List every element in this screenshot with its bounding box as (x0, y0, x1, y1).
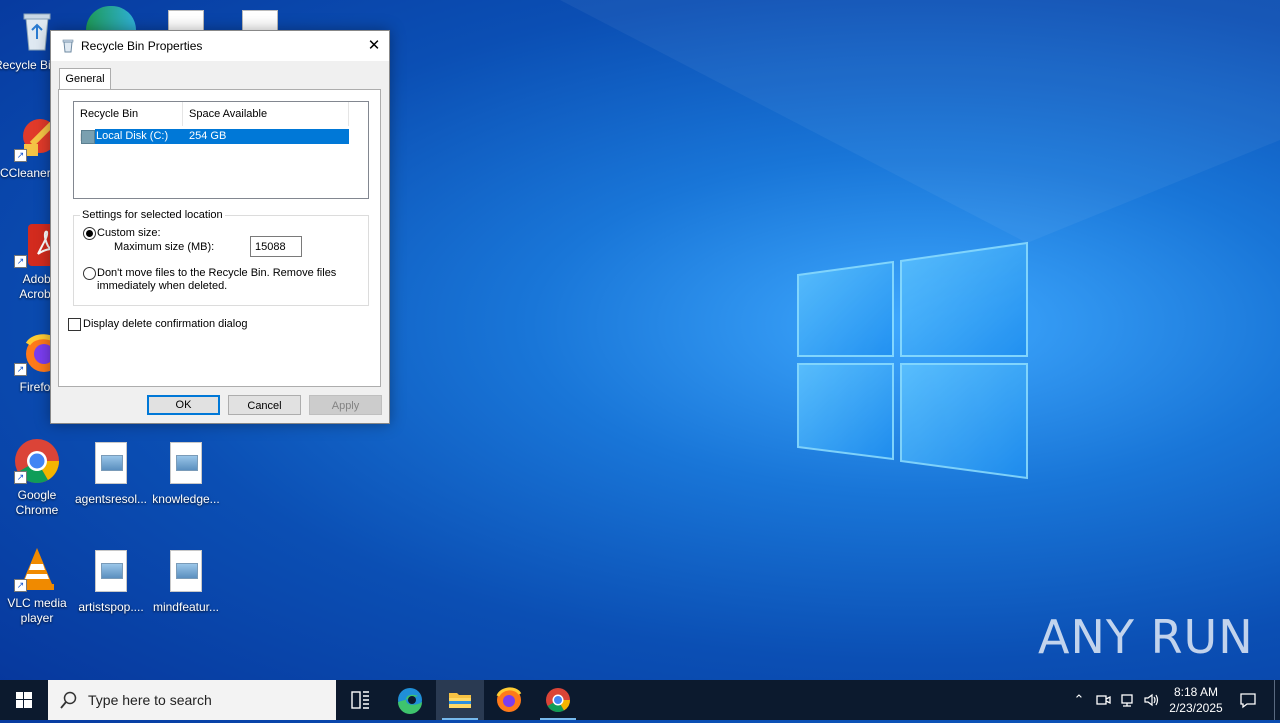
dialog-title: Recycle Bin Properties (81, 39, 203, 53)
start-button[interactable] (0, 680, 48, 720)
desktop-icon-label: knowledge... (152, 492, 220, 506)
desktop-icon-label: artistspop.... (78, 600, 144, 614)
anyrun-watermark: ANY RUN (1038, 610, 1254, 664)
firefox-icon (496, 687, 522, 712)
dont-move-label-line1: Don't move files to the Recycle Bin. Rem… (97, 267, 337, 279)
volume-icon[interactable] (1142, 691, 1160, 709)
desktop-icon-label: Google Chrome (15, 488, 59, 517)
ok-button[interactable]: OK (147, 395, 220, 415)
max-size-label: Maximum size (MB): (114, 241, 215, 253)
clock-time: 8:18 AM (1173, 685, 1219, 699)
desktop-icon-label: mindfeatur... (152, 600, 220, 614)
chrome-icon (546, 688, 570, 713)
dont-move-label[interactable]: Don't move files to the Recycle Bin. Rem… (97, 267, 336, 293)
desktop-icon-file-mindfeatur[interactable]: mindfeatur... (149, 550, 223, 615)
clock-date: 2/23/2025 (1169, 701, 1223, 715)
taskbar-search-box[interactable]: Type here to search (48, 680, 336, 720)
cancel-button[interactable]: Cancel (228, 395, 301, 415)
list-item[interactable]: Local Disk (C:) 254 GB (81, 129, 349, 144)
max-size-input[interactable]: 15088 (250, 236, 302, 257)
windows-start-icon (16, 692, 32, 708)
edge-icon (398, 688, 422, 714)
tab-general[interactable]: General (59, 68, 111, 91)
chrome-icon: ↗ (14, 438, 60, 484)
taskbar-edge-button[interactable] (386, 680, 434, 720)
taskbar-file-explorer-button[interactable] (436, 680, 484, 720)
delete-confirmation-label[interactable]: Display delete confirmation dialog (83, 318, 247, 331)
desktop-icon-file-knowledge[interactable]: knowledge... (149, 442, 223, 507)
shortcut-arrow-icon: ↗ (14, 149, 27, 162)
dont-move-label-line2: immediately when deleted. (97, 280, 228, 292)
location-list[interactable]: Recycle Bin Location Space Available Loc… (73, 101, 369, 199)
custom-size-label[interactable]: Custom size: (97, 227, 161, 240)
close-icon[interactable]: ✕ (359, 31, 389, 61)
general-tab-panel: Recycle Bin Location Space Available Loc… (58, 89, 381, 387)
location-cell: Local Disk (C:) (96, 130, 169, 142)
network-icon[interactable] (1118, 691, 1136, 709)
vlc-icon: ↗ (14, 546, 60, 592)
taskbar-firefox-button[interactable] (485, 680, 533, 720)
show-desktop-button[interactable] (1274, 680, 1280, 720)
settings-legend: Settings for selected location (80, 209, 225, 221)
task-view-button[interactable] (336, 680, 384, 720)
dont-move-radio[interactable] (83, 267, 96, 280)
image-file-icon (95, 550, 127, 592)
shortcut-arrow-icon: ↗ (14, 363, 27, 376)
file-explorer-icon (449, 693, 471, 708)
desktop-icon-file-artistspop[interactable]: artistspop.... (74, 550, 148, 615)
action-center-icon[interactable] (1238, 691, 1258, 709)
dialog-titlebar[interactable]: Recycle Bin Properties ✕ (51, 31, 389, 61)
taskbar: Type here to search ⌃ 8:18 AM 2/23/2025 (0, 680, 1280, 720)
shortcut-arrow-icon: ↗ (14, 471, 27, 484)
taskbar-chrome-button[interactable] (534, 680, 582, 720)
desktop-icon-label: agentsresol... (74, 492, 148, 506)
desktop-icon-google-chrome[interactable]: ↗ Google Chrome (0, 438, 74, 518)
column-header-location[interactable]: Recycle Bin Location (74, 102, 183, 144)
shortcut-arrow-icon: ↗ (14, 579, 27, 592)
desktop-icon-vlc[interactable]: ↗ VLC media player (0, 546, 74, 626)
delete-confirmation-checkbox[interactable] (68, 318, 81, 331)
list-item-selected[interactable]: Local Disk (C:) 254 GB (95, 129, 349, 144)
meet-now-icon[interactable] (1094, 691, 1112, 709)
desktop-icon-label: CCleaner (0, 166, 50, 180)
desktop-icon-file-agentsresol[interactable]: agentsresol... (74, 442, 148, 507)
taskbar-clock[interactable]: 8:18 AM 2/23/2025 (1163, 684, 1229, 716)
image-file-icon (170, 550, 202, 592)
recycle-bin-properties-dialog: Recycle Bin Properties ✕ General Recycle… (50, 30, 390, 424)
desktop-icon-doc-partial-2[interactable] (242, 10, 278, 32)
custom-size-radio[interactable] (83, 227, 96, 240)
chevron-up-icon[interactable]: ⌃ (1070, 691, 1088, 709)
search-placeholder: Type here to search (88, 692, 212, 708)
image-file-icon (95, 442, 127, 484)
column-header-space[interactable]: Space Available (183, 102, 349, 126)
desktop-icon-doc-partial-1[interactable] (168, 10, 204, 32)
drive-icon (81, 130, 95, 144)
apply-button[interactable]: Apply (309, 395, 382, 415)
desktop-icon-label: VLC media player (7, 596, 67, 625)
recycle-bin-icon (62, 39, 74, 53)
space-cell: 254 GB (189, 130, 227, 142)
search-icon (60, 691, 77, 709)
settings-group: Settings for selected location Custom si… (73, 209, 369, 306)
image-file-icon (170, 442, 202, 484)
desktop-icon-edge-partial[interactable] (86, 6, 136, 30)
shortcut-arrow-icon: ↗ (14, 255, 27, 268)
task-view-icon (351, 691, 369, 709)
